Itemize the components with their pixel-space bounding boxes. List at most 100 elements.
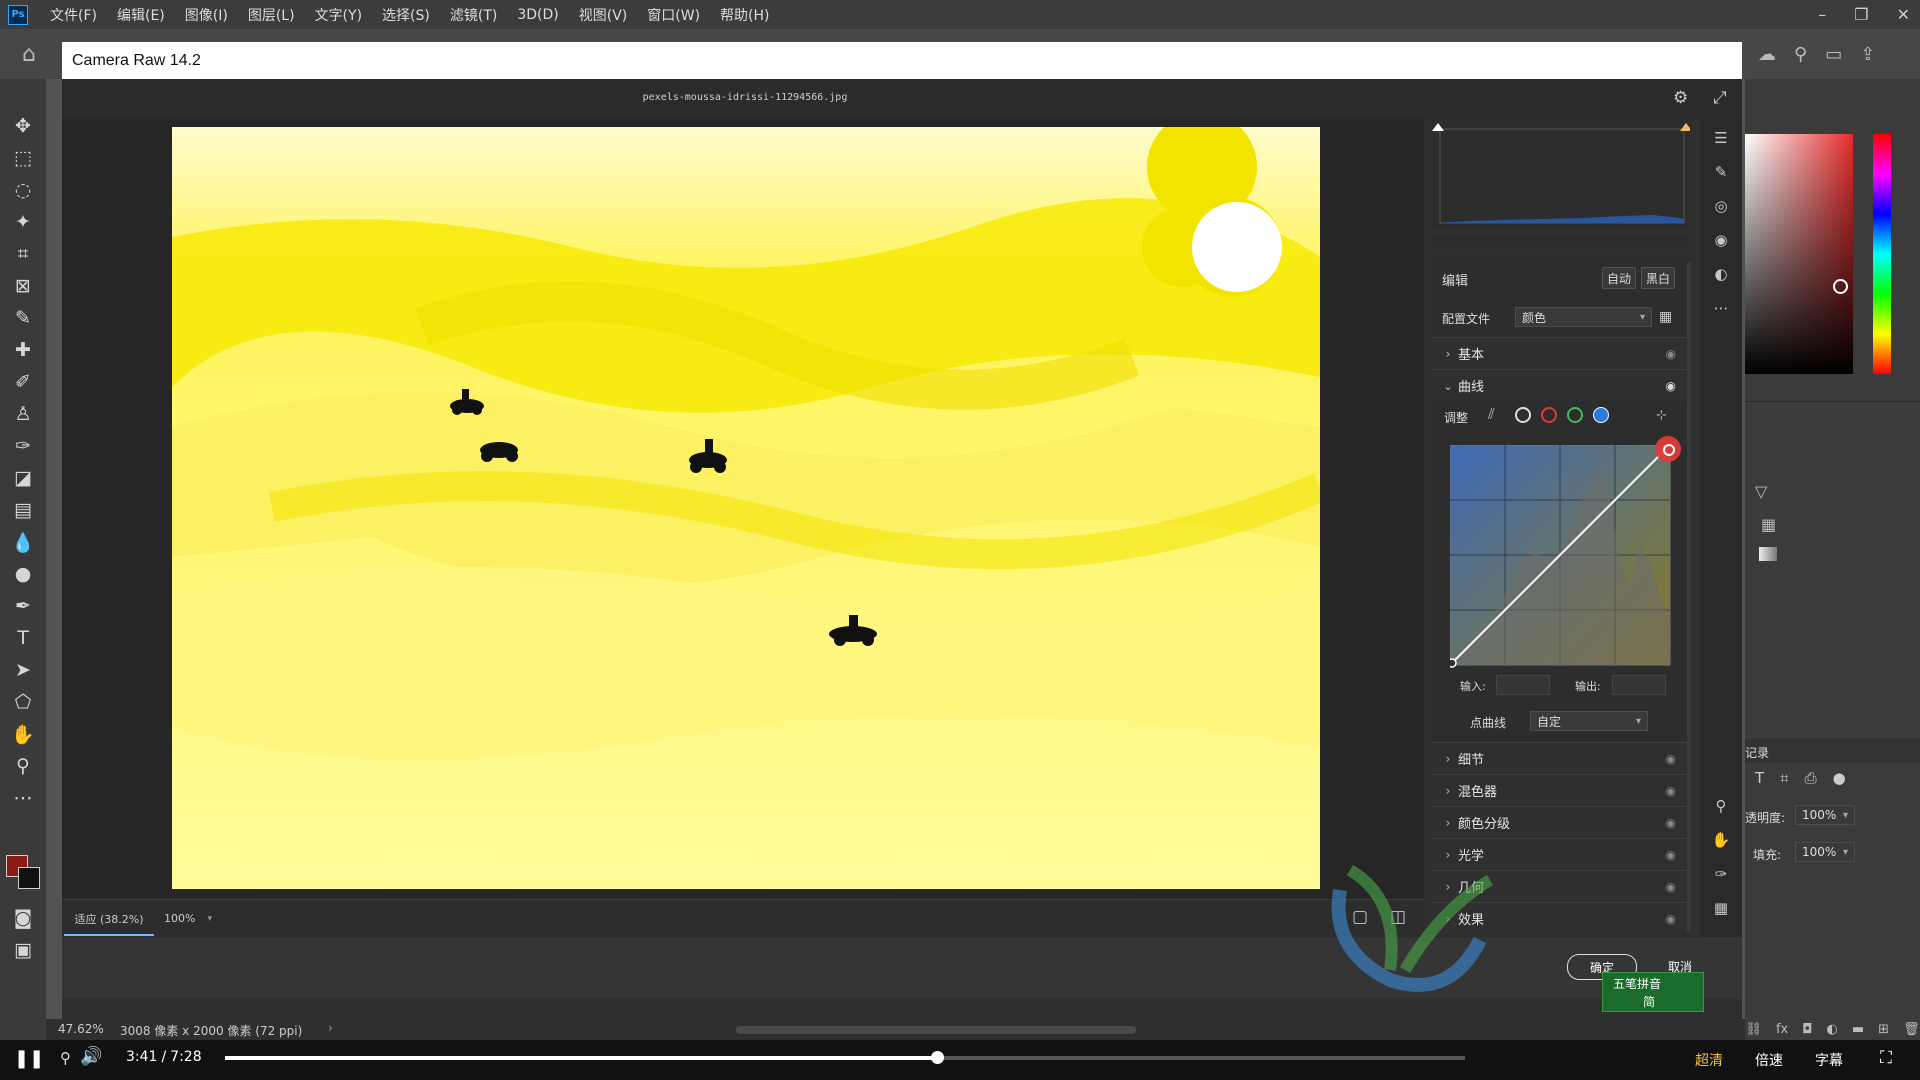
move-tool-icon[interactable]: ✥ [9, 113, 37, 139]
zoom-icon[interactable]: ⚲ [1710, 797, 1732, 819]
curve-graph[interactable] [1447, 444, 1671, 668]
fx-icon[interactable]: fx [1776, 1022, 1788, 1037]
adjust-triangle-icon[interactable]: ▽ [1755, 482, 1767, 501]
edit-panel-scrollbar[interactable] [1687, 262, 1691, 932]
stamp-tool-icon[interactable]: ♙ [9, 401, 37, 427]
speed-button[interactable]: 倍速 [1755, 1050, 1783, 1070]
zoom-fit-button[interactable]: 适应 (38.2%) [64, 903, 154, 936]
adjustment-icon[interactable]: ◐ [1827, 1022, 1838, 1037]
search-icon[interactable]: ⚲ [1794, 44, 1807, 65]
quality-button[interactable]: 超清 [1695, 1050, 1723, 1070]
type-tool-icon[interactable]: T [9, 625, 37, 651]
progress-knob[interactable] [930, 1051, 944, 1064]
settings-gear-icon[interactable]: ⚙ [1673, 88, 1688, 108]
edit-sliders-icon[interactable]: ☰ [1710, 129, 1732, 151]
artboard-icon[interactable]: ⎙ [1805, 769, 1817, 787]
home-icon[interactable]: ⌂ [22, 42, 36, 67]
text-layer-icon[interactable]: T [1755, 769, 1764, 787]
grid-icon[interactable]: ▦ [1761, 515, 1776, 534]
brush-tool-icon[interactable]: ✐ [9, 369, 37, 395]
volume-icon[interactable]: 🔊 [80, 1046, 102, 1067]
zoom-100-button[interactable]: 100% ▾ [158, 903, 218, 934]
section-color-grading[interactable]: › 颜色分级 ◉ [1432, 806, 1690, 838]
preview-image[interactable] [172, 127, 1320, 889]
point-curve-white-icon[interactable] [1515, 407, 1531, 423]
eyedropper-icon[interactable]: ✎ [9, 305, 37, 331]
menu-3d[interactable]: 3D(D) [507, 7, 568, 23]
menu-window[interactable]: 窗口(W) [637, 5, 710, 25]
gradient-tool-icon[interactable]: ▤ [9, 497, 37, 523]
lasso-tool-icon[interactable]: ◌ [9, 177, 37, 203]
eye-icon[interactable]: ◉ [1666, 379, 1676, 393]
hand-icon[interactable]: ✋ [1710, 831, 1732, 853]
fill-field[interactable]: 100% ▾ [1795, 842, 1855, 862]
zoom-tool-icon[interactable]: ⚲ [9, 753, 37, 779]
masking-icon[interactable]: ◎ [1710, 197, 1732, 219]
red-eye-icon[interactable]: ◉ [1710, 231, 1732, 253]
trash-icon[interactable]: 🗑 [1903, 1022, 1920, 1037]
section-detail[interactable]: › 细节 ◉ [1432, 742, 1690, 774]
red-channel-icon[interactable] [1541, 407, 1557, 423]
black-white-button[interactable]: 黑白 [1641, 267, 1675, 289]
fullscreen-icon[interactable]: ⤢ [1713, 88, 1727, 108]
ime-toolbar[interactable]: 五笔拼音 简 [1602, 972, 1704, 1012]
shadow-clip-warning[interactable] [1432, 123, 1444, 131]
more-tools-icon[interactable]: ⋯ [9, 785, 37, 811]
quick-mask-icon[interactable]: ◙ [9, 905, 37, 931]
pen-tool-icon[interactable]: ✒ [9, 593, 37, 619]
blue-channel-icon[interactable] [1593, 407, 1609, 423]
eye-icon[interactable]: ◉ [1666, 848, 1676, 862]
menu-filter[interactable]: 滤镜(T) [440, 5, 507, 25]
new-layer-icon[interactable]: ⊞ [1878, 1022, 1889, 1037]
marquee-tool-icon[interactable]: ⬚ [9, 145, 37, 171]
green-channel-icon[interactable] [1567, 407, 1583, 423]
gradient-swatch-icon[interactable] [1759, 547, 1777, 561]
section-curves[interactable]: ⌄ 曲线 ◉ [1432, 369, 1690, 401]
opacity-field[interactable]: 100% ▾ [1795, 805, 1855, 825]
chevron-right-icon[interactable]: › [328, 1021, 333, 1035]
frame-tool-icon[interactable]: ⊠ [9, 273, 37, 299]
eraser-icon[interactable]: ◪ [9, 465, 37, 491]
sampler-icon[interactable]: ✑ [1710, 865, 1732, 887]
highlight-clip-warning[interactable] [1680, 123, 1692, 131]
section-optics[interactable]: › 光学 ◉ [1432, 838, 1690, 870]
restore-icon[interactable]: ❐ [1854, 5, 1868, 24]
pause-icon[interactable]: ❚❚ [14, 1048, 44, 1069]
single-view-icon[interactable]: ▢ [1352, 907, 1368, 927]
menu-type[interactable]: 文字(Y) [305, 5, 372, 25]
screen-mode-icon[interactable]: ▣ [9, 937, 37, 963]
section-color-mixer[interactable]: › 混色器 ◉ [1432, 774, 1690, 806]
point-curve-select[interactable]: 自定 ▾ [1530, 711, 1648, 731]
share-cloud-icon[interactable]: ☁ [1758, 44, 1776, 65]
presets-icon[interactable]: ◐ [1710, 265, 1732, 287]
close-icon[interactable]: ✕ [1897, 5, 1910, 24]
menu-file[interactable]: 文件(F) [40, 5, 107, 25]
shape-tool-icon[interactable]: ⬠ [9, 689, 37, 715]
menu-layer[interactable]: 图层(L) [238, 5, 305, 25]
menu-select[interactable]: 选择(S) [372, 5, 440, 25]
section-geometry[interactable]: › 几何 ◉ [1432, 870, 1690, 902]
background-color-swatch[interactable] [18, 867, 40, 889]
healing-icon[interactable]: ✎ [1710, 163, 1732, 185]
mask-icon[interactable]: ◘ [1802, 1022, 1812, 1037]
curve-input-field[interactable] [1496, 675, 1550, 695]
path-select-icon[interactable]: ➤ [9, 657, 37, 683]
color-picker-cursor[interactable] [1833, 279, 1848, 294]
fullscreen-icon[interactable]: ⛶ [1880, 1048, 1892, 1068]
curve-white-point[interactable] [1663, 444, 1675, 456]
before-after-icon[interactable]: ◫ [1390, 907, 1406, 927]
search-icon[interactable]: ⚲ [60, 1049, 71, 1067]
horizontal-scrollbar[interactable] [736, 1026, 1136, 1034]
hue-slider[interactable] [1873, 134, 1891, 374]
more-options-icon[interactable]: ⋯ [1710, 299, 1732, 321]
eye-icon[interactable]: ◉ [1666, 784, 1676, 798]
minimize-icon[interactable]: – [1818, 5, 1826, 24]
curve-output-field[interactable] [1612, 675, 1666, 695]
crop-tool-icon[interactable]: ⌗ [9, 241, 37, 267]
transform-icon[interactable]: ⌗ [1780, 769, 1788, 787]
folder-icon[interactable]: ▬ [1852, 1022, 1864, 1037]
color-picker-field[interactable] [1745, 134, 1853, 374]
menu-view[interactable]: 视图(V) [569, 5, 638, 25]
grid-overlay-icon[interactable]: ▦ [1710, 899, 1732, 921]
magic-wand-icon[interactable]: ✦ [9, 209, 37, 235]
